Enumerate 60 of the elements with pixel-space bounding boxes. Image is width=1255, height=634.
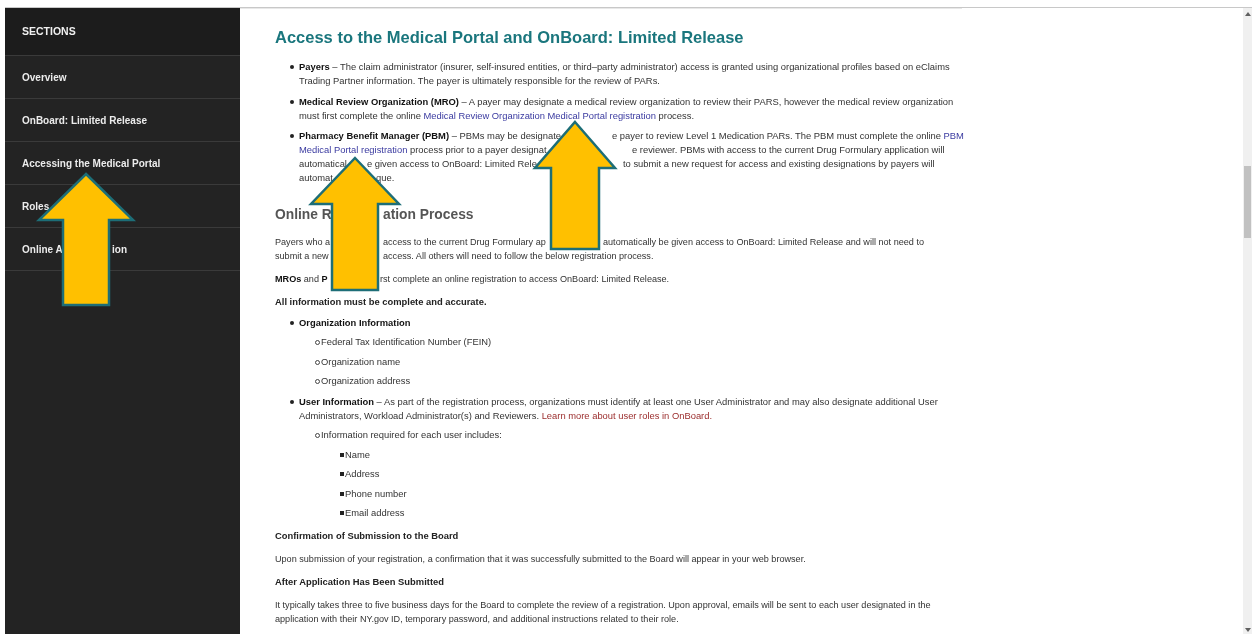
bullet-text: User Information – As part of the registration process, organizations must identify at least one User Administrator and may also designate additional User (299, 395, 938, 407)
bullet-text: e reviewer. PBMs with access to the current Drug Formulary application will (632, 143, 945, 157)
bullet-text: Medical Review Organization (MRO) – A payer may designate a medical review organization to review their PARS, however the medical review organization (299, 95, 954, 107)
paragraph-text: automatically be given access to OnBoard: Limited Release and will not need to (603, 236, 924, 249)
paragraph-text: Upon submission of your registration, a confirmation that it was successfully submitted to the Board will appear in your web browser. (275, 554, 806, 564)
bullet-text: Address (345, 468, 380, 479)
bullet-icon (290, 399, 294, 404)
bullet-text: Organization name (321, 355, 401, 367)
bullet-text: Medical Portal registration process prior to a payer designat (299, 144, 547, 155)
bullet-text: Email address (345, 507, 405, 518)
bullet-text: Information required for each user includes: (321, 429, 502, 440)
text-link[interactable]: PBM (943, 130, 964, 141)
paragraph-text: Payers who a (275, 237, 331, 247)
scrollbar[interactable] (1243, 8, 1252, 634)
bullet-icon (340, 511, 344, 515)
text-link[interactable]: Medical Review Organization Medical Portal registration (423, 109, 656, 121)
bullet-text: to submit a new request for access and existing designations by payers will (623, 157, 935, 171)
bullet-text: Federal Tax Identification Number (FEIN) (321, 336, 492, 347)
subheading: Confirmation of Submission to the Board (275, 530, 459, 541)
section-heading: ation Process (383, 206, 474, 224)
bullet-text: e payer to review Level 1 Medication PARs. The PBM must complete the online PBM (612, 129, 964, 143)
text-link[interactable]: Medical Portal registration (299, 144, 408, 155)
bullet-text: Administrators, Workload Administrator(s) and Reviewers. Learn more about user roles in OnBoard. (299, 409, 713, 421)
paragraph-text: MROs and P (275, 274, 328, 284)
paragraph-text: application with their NY.gov ID, temporary password, and additional instructions related to their role. (275, 614, 679, 624)
bullet-text: Organization address (321, 375, 411, 386)
bullet-text: automatical (299, 158, 347, 169)
scroll-down-icon[interactable] (1245, 628, 1251, 632)
paragraph-text: access. All others will need to follow the below registration process. (383, 250, 654, 263)
bullet-text: Trading Partner information. The payer is ultimately responsible for the review of PARs. (299, 75, 660, 86)
bullet-text: Pharmacy Benefit Manager (PBM) – PBMs may be designate (299, 130, 562, 141)
bullet-text: Organization Information (299, 316, 411, 328)
text-link[interactable]: Learn more about user roles in OnBoard. (541, 409, 713, 421)
bullet-text: Phone number (345, 487, 407, 499)
subheading: After Application Has Been Submitted (275, 576, 444, 587)
bullet-text: automat (299, 172, 333, 183)
bullet-icon (290, 320, 294, 325)
bullet-icon (290, 99, 294, 104)
scroll-up-icon[interactable] (1245, 12, 1251, 16)
bullet-text: must first complete the online Medical Review Organization Medical Portal registration process. (299, 109, 694, 121)
subheading: All information must be complete and accurate. (275, 296, 487, 307)
sidebar-item[interactable]: Overview (5, 56, 240, 99)
bullet-icon (290, 134, 294, 138)
section-heading: Online R (275, 207, 332, 222)
paragraph-text: submit a new (275, 251, 329, 261)
bullet-text: e given access to OnBoard: Limited Rele (367, 157, 537, 171)
page-title: Access to the Medical Portal and OnBoard: Limited Release (275, 28, 744, 46)
bullet-text: Payers – The claim administrator (insurer, self-insured entities, or third–party administrator) access is granted using organizational profiles based on eClaims (299, 61, 950, 72)
bullet-text: que. (376, 171, 395, 185)
bullet-icon (290, 65, 294, 69)
paragraph-text: rst complete an online registration to access OnBoard: Limited Release. (380, 273, 670, 286)
sidebar-title: SECTIONS (5, 8, 240, 56)
bullet-icon (340, 472, 344, 476)
bullet-icon (340, 491, 344, 496)
paragraph-text: access to the current Drug Formulary ap (383, 236, 546, 249)
scrollbar-thumb[interactable] (1244, 166, 1251, 238)
sidebar-item[interactable]: OnBoard: Limited Release (5, 99, 240, 142)
bullet-text: Name (345, 448, 370, 460)
bullet-icon (340, 452, 344, 457)
paragraph-text: It typically takes three to five business days for the Board to complete the review of a registration. Upon approval, emails will be sent to each user designated in the (275, 600, 931, 610)
